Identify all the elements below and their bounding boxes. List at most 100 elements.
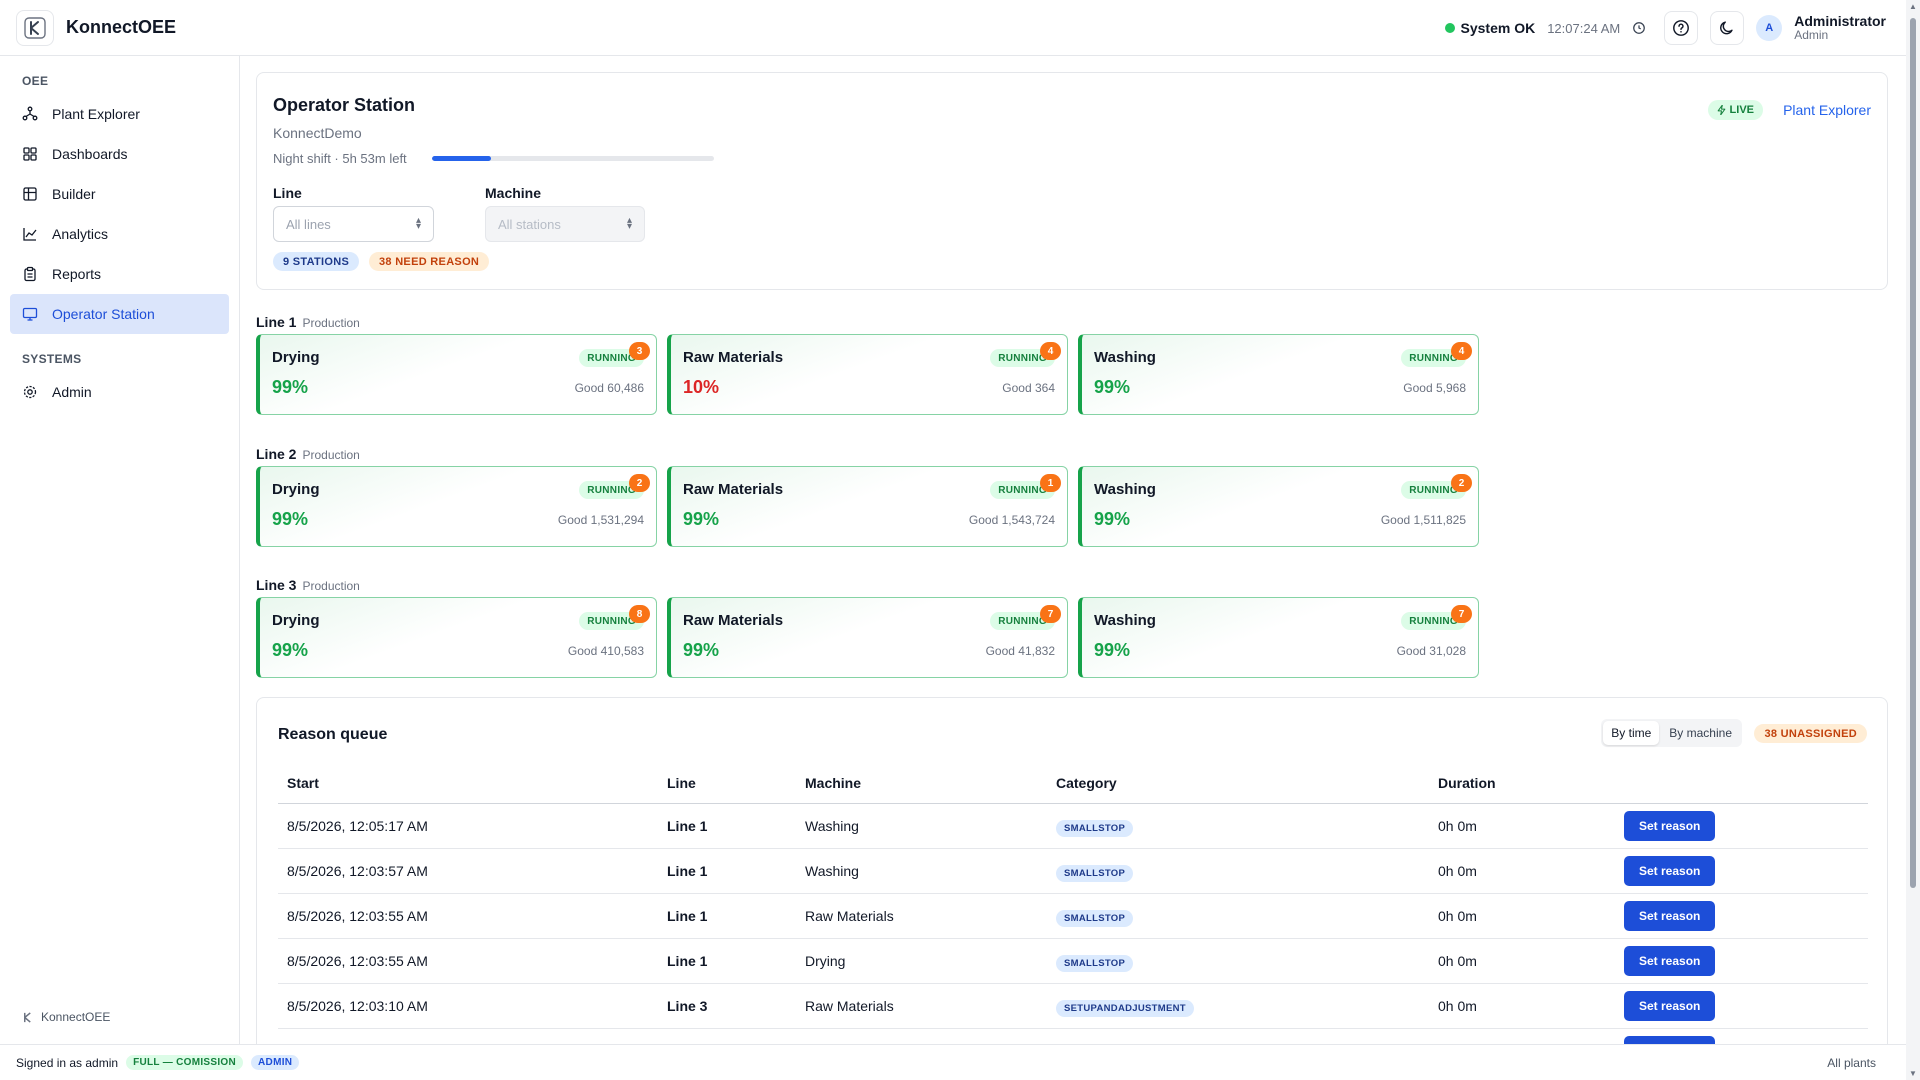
- vertical-scrollbar[interactable]: ▲ ▼: [1906, 0, 1920, 1080]
- machine-good-count: Good 31,028: [1396, 644, 1466, 658]
- set-reason-button[interactable]: Set reason: [1624, 991, 1716, 1021]
- reason-queue-title: Reason queue: [278, 726, 388, 743]
- current-time: 12:07:24 AM: [1547, 20, 1621, 36]
- sort-by-machine-button[interactable]: By machine: [1661, 721, 1740, 745]
- cell-line: Line 3: [667, 998, 708, 1014]
- sidebar-item-admin[interactable]: Admin: [10, 372, 229, 412]
- line-section-header: Line 3 Production: [256, 577, 360, 593]
- column-header-line: Line: [667, 774, 696, 791]
- pending-reason-count: 4: [1040, 342, 1061, 360]
- machine-oee: 99%: [683, 509, 720, 529]
- sidebar-item-analytics[interactable]: Analytics: [10, 214, 229, 254]
- system-status-label: System OK: [1460, 20, 1536, 36]
- machine-card[interactable]: Washing 99% Good 1,511,825 RUNNING 2: [1078, 466, 1479, 547]
- machine-card[interactable]: Drying 99% Good 410,583 RUNNING 8: [256, 597, 657, 678]
- machine-oee: 99%: [272, 640, 309, 660]
- unassigned-badge: 38 UNASSIGNED: [1754, 724, 1867, 743]
- queue-sort-toggle: By time By machine: [1601, 719, 1742, 747]
- sidebar-item-builder[interactable]: Builder: [10, 174, 229, 214]
- need-reason-badge[interactable]: 38 NEED REASON: [369, 252, 490, 271]
- machine-card[interactable]: Drying 99% Good 60,486 RUNNING 3: [256, 334, 657, 415]
- cell-start: 8/5/2026, 12:03:55 AM: [287, 953, 428, 969]
- sidebar-item-operator-station[interactable]: Operator Station: [10, 294, 229, 334]
- machine-filter-label: Machine: [485, 185, 542, 201]
- machine-card[interactable]: Washing 99% Good 31,028 RUNNING 7: [1078, 597, 1479, 678]
- table-row: 8/5/2026, 12:03:10 AM Line 3 Raw Materials…: [278, 984, 1868, 1029]
- machine-card[interactable]: Raw Materials 99% Good 41,832 RUNNING 7: [667, 597, 1068, 678]
- column-header-start: Start: [287, 774, 319, 791]
- sidebar-item-label: Admin: [52, 384, 92, 400]
- page-title: Operator Station: [273, 95, 416, 115]
- cell-machine: Washing: [805, 863, 859, 879]
- cell-duration: 0h 0m: [1438, 818, 1477, 834]
- sidebar-item-label: Analytics: [52, 226, 109, 242]
- table-row: 8/5/2026, 12:05:17 AM Line 1 Washing SMALLS…: [278, 804, 1868, 849]
- line-filter-label: Line: [273, 185, 302, 201]
- table-body: 8/5/2026, 12:05:17 AM Line 1 Washing SMALLS…: [278, 804, 1868, 1044]
- sort-by-time-button[interactable]: By time: [1603, 721, 1660, 745]
- sidebar-footer-label: KonnectOEE: [41, 1010, 111, 1024]
- cell-machine: Drying: [805, 953, 846, 969]
- top-bar: KonnectOEE System OK 12:07:24 AM A Admin…: [0, 0, 1906, 56]
- plant-scope[interactable]: All plants: [1827, 1056, 1876, 1070]
- cell-start: 8/5/2026, 12:03:55 AM: [287, 908, 428, 924]
- set-reason-button[interactable]: Set reason: [1624, 856, 1716, 886]
- category-badge: SMALLSTOP: [1056, 865, 1134, 882]
- machine-oee: 99%: [272, 509, 309, 529]
- sidebar-section-systems: SYSTEMS: [22, 352, 82, 366]
- app-logo-small-icon: [24, 1011, 31, 1023]
- user-menu[interactable]: Administrator Admin: [1794, 14, 1886, 41]
- plant-explorer-link[interactable]: Plant Explorer: [1783, 102, 1871, 118]
- line-select[interactable]: All lines ▴ ▾: [273, 206, 434, 242]
- set-reason-button[interactable]: Set reason: [1624, 1036, 1716, 1044]
- category-badge: SETUPANDADJUSTMENT: [1056, 1000, 1194, 1017]
- cell-category: SMALLSTOP: [1056, 818, 1134, 837]
- machine-card[interactable]: Raw Materials 99% Good 1,543,724 RUNNING 1: [667, 466, 1068, 547]
- pending-reason-count: 1: [1040, 474, 1061, 492]
- help-button[interactable]: [1664, 11, 1699, 45]
- live-badge: LIVE: [1707, 100, 1763, 120]
- sidebar-section-oee: OEE: [22, 74, 49, 88]
- cell-start: 8/5/2026, 12:03:57 AM: [287, 863, 428, 879]
- cell-category: SMALLSTOP: [1056, 908, 1134, 927]
- clock-icon: [1633, 22, 1646, 34]
- line-select-value: All lines: [286, 216, 331, 232]
- shift-progress-fill: [432, 156, 492, 161]
- machine-name: Raw Materials: [683, 612, 784, 629]
- sidebar-item-label: Plant Explorer: [52, 106, 140, 122]
- machine-card[interactable]: Raw Materials 10% Good 364 RUNNING 4: [667, 334, 1068, 415]
- sidebar: OEE Plant Explorer Dashboards Builder An…: [0, 56, 240, 1044]
- avatar[interactable]: A: [1756, 15, 1783, 41]
- machine-name: Raw Materials: [683, 481, 784, 498]
- scrollbar-thumb[interactable]: [1910, 18, 1916, 888]
- machine-good-count: Good 41,832: [985, 644, 1055, 658]
- machine-card[interactable]: Washing 99% Good 5,968 RUNNING 4: [1078, 334, 1479, 415]
- table-row: 8/5/2026, 12:03:57 AM Line 1 Washing SMALLS…: [278, 849, 1868, 894]
- column-header-category: Category: [1056, 774, 1117, 791]
- machine-name: Washing: [1094, 481, 1156, 498]
- role-badge: ADMIN: [251, 1055, 300, 1070]
- page-subtitle: KonnectDemo: [273, 125, 362, 141]
- status-dot-icon: [1444, 23, 1455, 33]
- license-badge: FULL — COMISSION: [126, 1055, 244, 1070]
- sidebar-item-dashboards[interactable]: Dashboards: [10, 134, 229, 174]
- machine-select[interactable]: All stations ▴ ▾: [485, 206, 645, 242]
- set-reason-button[interactable]: Set reason: [1624, 901, 1716, 931]
- machine-good-count: Good 1,511,825: [1380, 513, 1466, 527]
- app-logo-icon[interactable]: [16, 10, 54, 46]
- scroll-up-icon[interactable]: ▲: [1909, 2, 1917, 11]
- theme-toggle-button[interactable]: [1710, 11, 1745, 45]
- machine-oee: 99%: [683, 640, 720, 660]
- set-reason-button[interactable]: Set reason: [1624, 946, 1716, 976]
- scroll-down-icon[interactable]: ▼: [1909, 1069, 1917, 1078]
- monitor-icon: [22, 307, 38, 321]
- machine-card[interactable]: Drying 99% Good 1,531,294 RUNNING 2: [256, 466, 657, 547]
- machine-good-count: Good 364: [1002, 381, 1055, 395]
- sidebar-item-reports[interactable]: Reports: [10, 254, 229, 294]
- clipboard-icon: [24, 266, 36, 282]
- column-header-duration: Duration: [1438, 774, 1496, 791]
- machine-name: Drying: [272, 481, 320, 498]
- sidebar-item-plant-explorer[interactable]: Plant Explorer: [10, 94, 229, 134]
- signed-in-text: Signed in as admin: [16, 1055, 119, 1070]
- set-reason-button[interactable]: Set reason: [1624, 811, 1716, 841]
